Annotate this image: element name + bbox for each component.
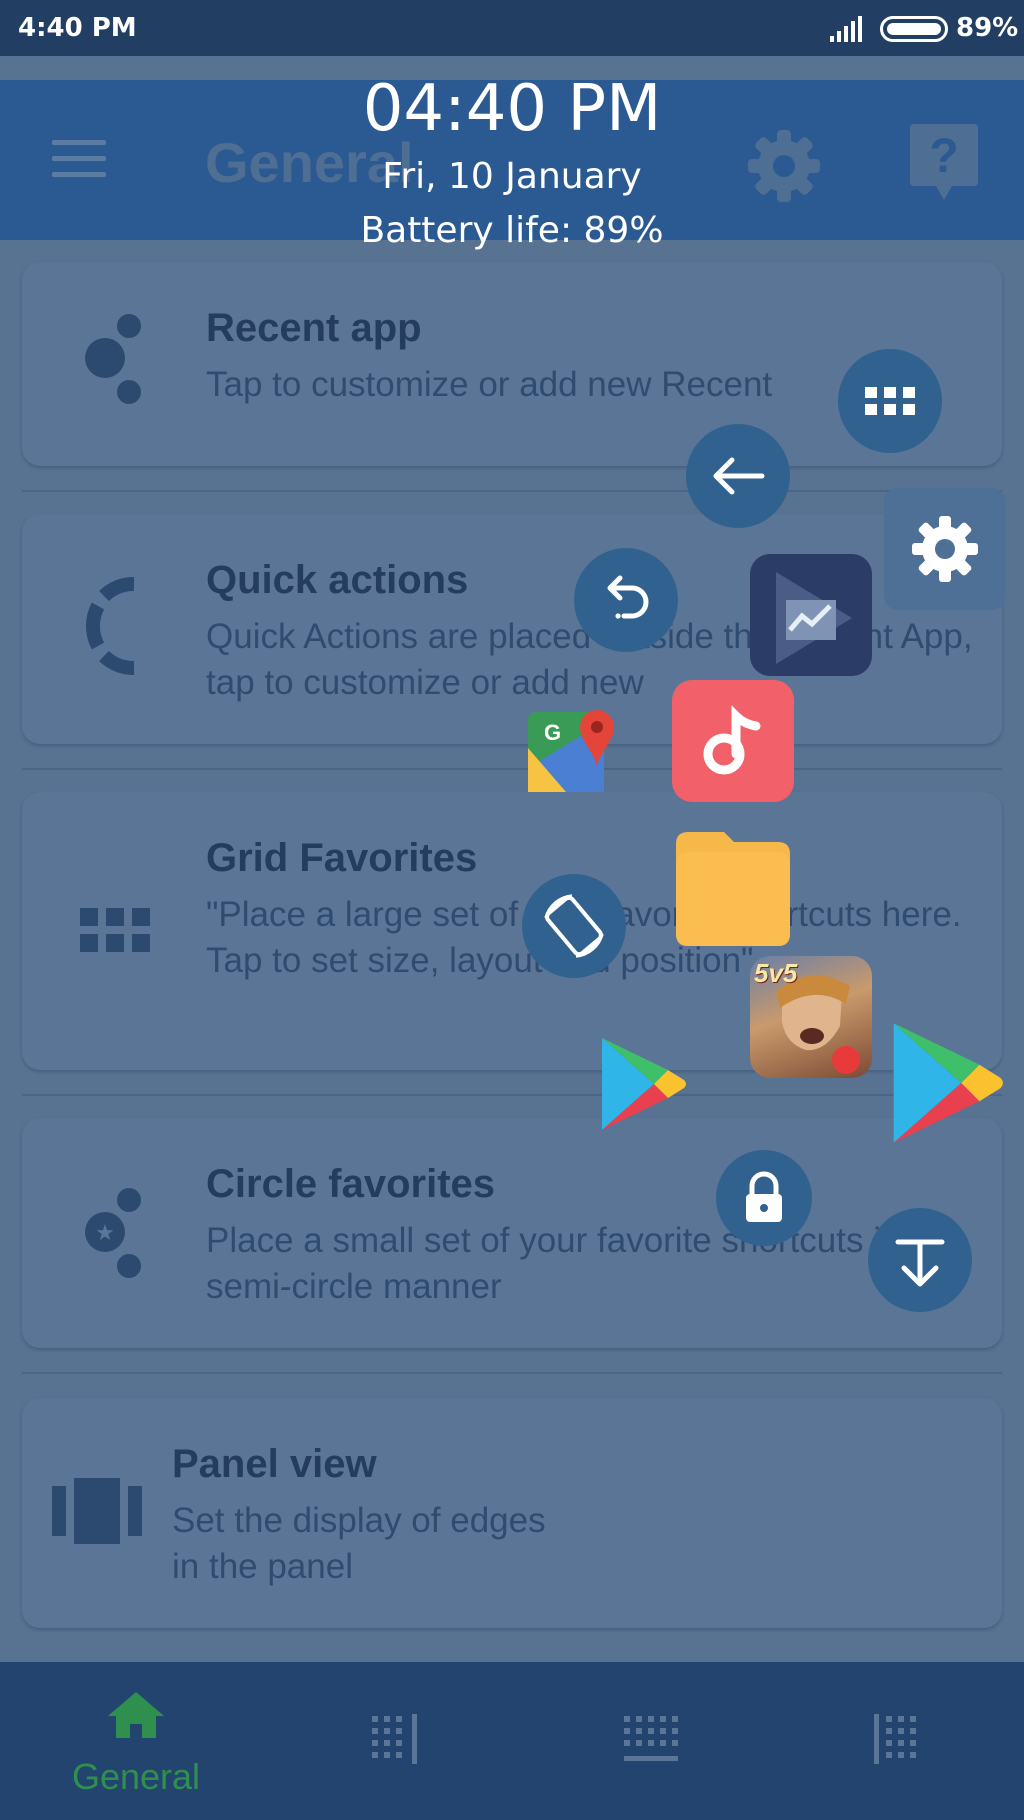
home-icon xyxy=(108,1692,164,1738)
card-title: Quick actions xyxy=(206,558,469,602)
game-app-icon[interactable]: 5v5 xyxy=(750,956,872,1078)
card-panel-view[interactable]: Panel view Set the display of edges in t… xyxy=(22,1398,1002,1628)
status-bar: 4:40 PM 89% xyxy=(0,0,1024,56)
google-maps-icon[interactable]: G xyxy=(526,708,616,798)
back-arrow-icon[interactable] xyxy=(686,424,790,528)
grid-icon xyxy=(80,908,150,952)
card-title: Panel view xyxy=(172,1442,377,1486)
clock-time: 04:40 PM xyxy=(362,72,662,146)
circle-favorites-icon: ★ xyxy=(85,1188,141,1278)
files-app-icon[interactable] xyxy=(672,828,794,950)
card-description: Set the display of edges in the panel xyxy=(172,1501,546,1586)
rotate-screen-icon[interactable] xyxy=(522,874,626,978)
divider xyxy=(22,490,1002,492)
signal-icon xyxy=(830,16,862,42)
card-circle-favorites[interactable]: ★ Circle favorites Place a small set of … xyxy=(22,1118,1002,1348)
nav-label: General xyxy=(71,1756,201,1797)
card-title: Circle favorites xyxy=(206,1162,496,1206)
divider xyxy=(22,1094,1002,1096)
lock-icon[interactable] xyxy=(716,1150,812,1246)
clock-battery: Battery life: 89% xyxy=(360,210,664,251)
status-time: 4:40 PM xyxy=(18,13,137,43)
divider xyxy=(22,1372,1002,1374)
grid-layout-icon-2[interactable] xyxy=(622,1712,678,1768)
battery-icon xyxy=(880,16,948,42)
grid-layout-icon-1[interactable] xyxy=(370,1712,426,1768)
music-app-icon[interactable] xyxy=(672,680,794,802)
panel-icon xyxy=(52,1478,142,1544)
quick-actions-icon xyxy=(85,577,135,675)
divider xyxy=(22,768,1002,770)
game-badge: 5v5 xyxy=(754,958,798,988)
recent-app-icon xyxy=(85,314,141,404)
card-title: Recent app xyxy=(206,306,422,350)
nav-item-general[interactable]: General xyxy=(56,1690,216,1810)
bottom-nav: General xyxy=(0,1662,1024,1820)
stock-app-icon[interactable] xyxy=(750,554,872,676)
grid-layout-icon-3[interactable] xyxy=(872,1712,928,1768)
play-store-icon[interactable] xyxy=(888,1018,1006,1148)
settings-icon[interactable] xyxy=(884,488,1006,610)
card-title: Grid Favorites xyxy=(206,836,478,880)
download-icon[interactable] xyxy=(868,1208,972,1312)
undo-icon[interactable] xyxy=(574,548,678,652)
apps-grid-icon[interactable] xyxy=(838,349,942,453)
battery-percent: 89% xyxy=(956,13,1019,43)
clock-date: Fri, 10 January xyxy=(382,156,642,197)
svg-text:★: ★ xyxy=(95,1221,115,1246)
play-store-icon[interactable] xyxy=(598,1034,688,1134)
svg-text:G: G xyxy=(544,720,561,745)
